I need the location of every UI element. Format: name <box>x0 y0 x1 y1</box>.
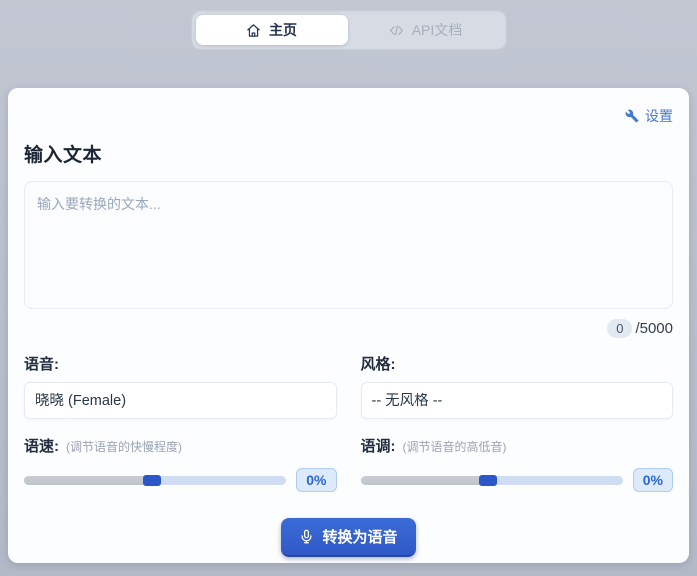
style-field: 风格: -- 无风格 -- <box>360 353 673 419</box>
pitch-slider[interactable] <box>360 474 623 486</box>
rate-label-row: 语速: (调节语音的快慢程度) <box>24 435 337 456</box>
tab-api-docs[interactable]: API文档 <box>350 15 502 45</box>
page: 主页 API文档 设置 输入文本 输入要转换的文本... 0 /5000 语音:… <box>0 0 697 576</box>
rate-label: 语速: <box>24 438 59 455</box>
pitch-label: 语调: <box>360 438 396 455</box>
rate-value-badge: 0% <box>296 468 337 492</box>
pitch-hint: (调节语音的高低音) <box>402 440 507 454</box>
style-label: 风格: <box>360 356 396 373</box>
char-count-badge: 0 <box>607 318 633 338</box>
rate-slider-row: 0% <box>24 468 337 492</box>
voice-select[interactable]: 晓晓 (Female) <box>24 382 337 419</box>
tts-text-input[interactable] <box>24 181 673 309</box>
rate-slider-thumb[interactable] <box>142 474 161 486</box>
microphone-icon <box>299 529 314 544</box>
page-title: 输入文本 <box>24 145 103 166</box>
convert-button-row: 转换为语音 <box>24 518 673 557</box>
rate-field: 语速: (调节语音的快慢程度) 0% <box>24 419 337 492</box>
char-limit-label: /5000 <box>635 319 673 337</box>
settings-label: 设置 <box>645 108 673 124</box>
voice-label: 语音: <box>24 356 59 373</box>
settings-row: 设置 <box>24 106 673 126</box>
style-select[interactable]: -- 无风格 -- <box>360 382 673 419</box>
top-tab-bar: 主页 API文档 <box>190 10 507 50</box>
pitch-field: 语调: (调节语音的高低音) 0% <box>360 419 674 492</box>
slider-section: 语速: (调节语音的快慢程度) 0% 语调: (调节语音的高低音) 0% <box>24 419 673 492</box>
tab-home-label: 主页 <box>269 22 297 38</box>
rate-slider[interactable] <box>24 474 287 486</box>
convert-to-speech-button[interactable]: 转换为语音 <box>281 518 416 557</box>
pitch-value-badge: 0% <box>632 468 673 492</box>
pitch-slider-thumb[interactable] <box>479 474 498 486</box>
voice-style-row: 语音: 晓晓 (Female) 风格: -- 无风格 -- <box>24 353 673 419</box>
rate-hint: (调节语音的快慢程度) <box>66 440 182 454</box>
wrench-icon <box>625 109 639 123</box>
tab-api-docs-label: API文档 <box>411 22 463 38</box>
pitch-slider-fill <box>360 475 482 485</box>
settings-link[interactable]: 设置 <box>625 106 673 126</box>
convert-button-label: 转换为语音 <box>322 529 398 546</box>
tab-home[interactable]: 主页 <box>195 15 348 45</box>
home-icon <box>246 23 261 38</box>
rate-slider-fill <box>24 475 145 485</box>
pitch-slider-row: 0% <box>360 468 673 492</box>
voice-field: 语音: 晓晓 (Female) <box>24 353 337 419</box>
main-panel: 设置 输入文本 0 /5000 语音: 晓晓 (Female) 风格: -- 无… <box>8 88 689 563</box>
pitch-label-row: 语调: (调节语音的高低音) <box>361 435 674 456</box>
code-icon <box>389 23 404 38</box>
char-counter: 0 /5000 <box>24 317 673 339</box>
